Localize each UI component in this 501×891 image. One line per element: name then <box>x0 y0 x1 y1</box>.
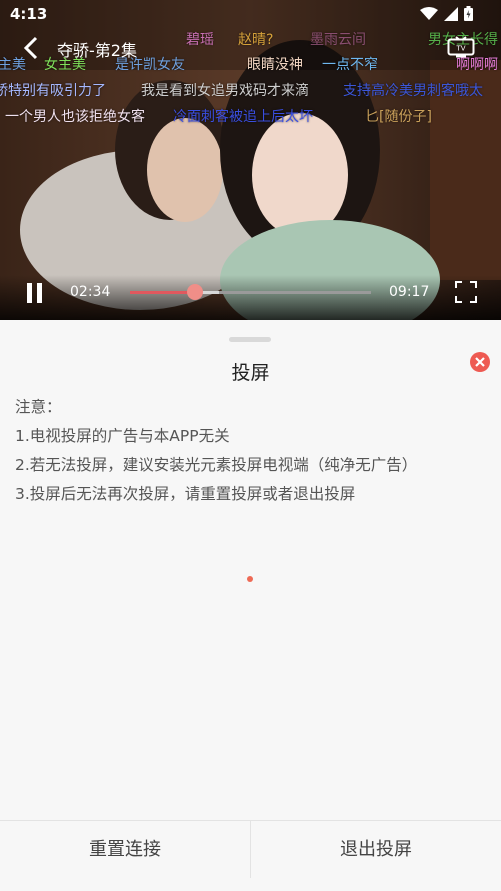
exit-cast-button[interactable]: 退出投屏 <box>251 821 501 878</box>
close-button[interactable] <box>470 352 490 372</box>
status-time: 4:13 <box>10 5 48 23</box>
status-icons <box>420 6 473 21</box>
danmaku-comment: 一个男人也该拒绝女客 <box>5 109 145 125</box>
danmaku-comment: 骄特别有吸引力了 <box>0 83 106 99</box>
fullscreen-icon[interactable] <box>455 281 477 303</box>
signal-icon <box>444 6 458 21</box>
total-time: 09:17 <box>389 284 430 300</box>
reset-connection-button[interactable]: 重置连接 <box>0 821 250 878</box>
danmaku-comment: 我是看到女追男戏码才来滴 <box>141 83 309 99</box>
tv-cast-icon[interactable]: TV <box>447 36 475 58</box>
played-progress <box>130 291 196 294</box>
danmaku-comment: 支持高冷美男刺客哦太 <box>343 83 483 99</box>
battery-icon <box>464 6 473 21</box>
wifi-icon <box>420 6 438 20</box>
current-time: 02:34 <box>70 284 111 300</box>
seek-bar[interactable] <box>130 284 371 300</box>
note-heading: 注意： <box>15 398 62 416</box>
loading-indicator <box>247 576 253 582</box>
back-arrow-icon[interactable] <box>20 34 44 62</box>
video-title: 夺骄-第2集 <box>57 41 137 60</box>
sheet-footer: 重置连接 退出投屏 <box>0 820 501 878</box>
status-bar: 4:13 <box>0 0 501 28</box>
pause-button[interactable] <box>25 283 45 305</box>
sheet-title: 投屏 <box>231 362 270 384</box>
note-item: 1.电视投屏的广告与本APP无关 <box>15 427 230 445</box>
danmaku-comment: 匕[随份子] <box>365 109 432 125</box>
close-icon <box>475 357 485 367</box>
pause-icon <box>37 283 42 303</box>
danmaku-comment: 冷面刺客被追上后太坏 <box>173 109 313 125</box>
note-item: 2.若无法投屏，建议安装光元素投屏电视端（纯净无广告） <box>15 456 418 474</box>
note-item: 3.投屏后无法再次投屏，请重置投屏或者退出投屏 <box>15 485 356 503</box>
cast-notes: 注意： 1.电视投屏的广告与本APP无关 2.若无法投屏，建议安装光元素投屏电视… <box>15 393 417 509</box>
seek-handle[interactable] <box>187 284 204 300</box>
video-title-bar: 夺骄-第2集 TV <box>0 28 501 68</box>
svg-text:TV: TV <box>455 45 465 53</box>
drag-handle[interactable] <box>229 337 271 342</box>
playback-controls: 02:34 09:17 <box>0 275 501 320</box>
pause-icon <box>27 283 32 303</box>
cast-sheet: 投屏 注意： 1.电视投屏的广告与本APP无关 2.若无法投屏，建议安装光元素投… <box>0 320 501 891</box>
video-player[interactable]: 4:13 碧瑶 赵晴? 墨雨云间 男女主长得 主美 女主美 是许凯女友 眼睛没神… <box>0 0 501 320</box>
